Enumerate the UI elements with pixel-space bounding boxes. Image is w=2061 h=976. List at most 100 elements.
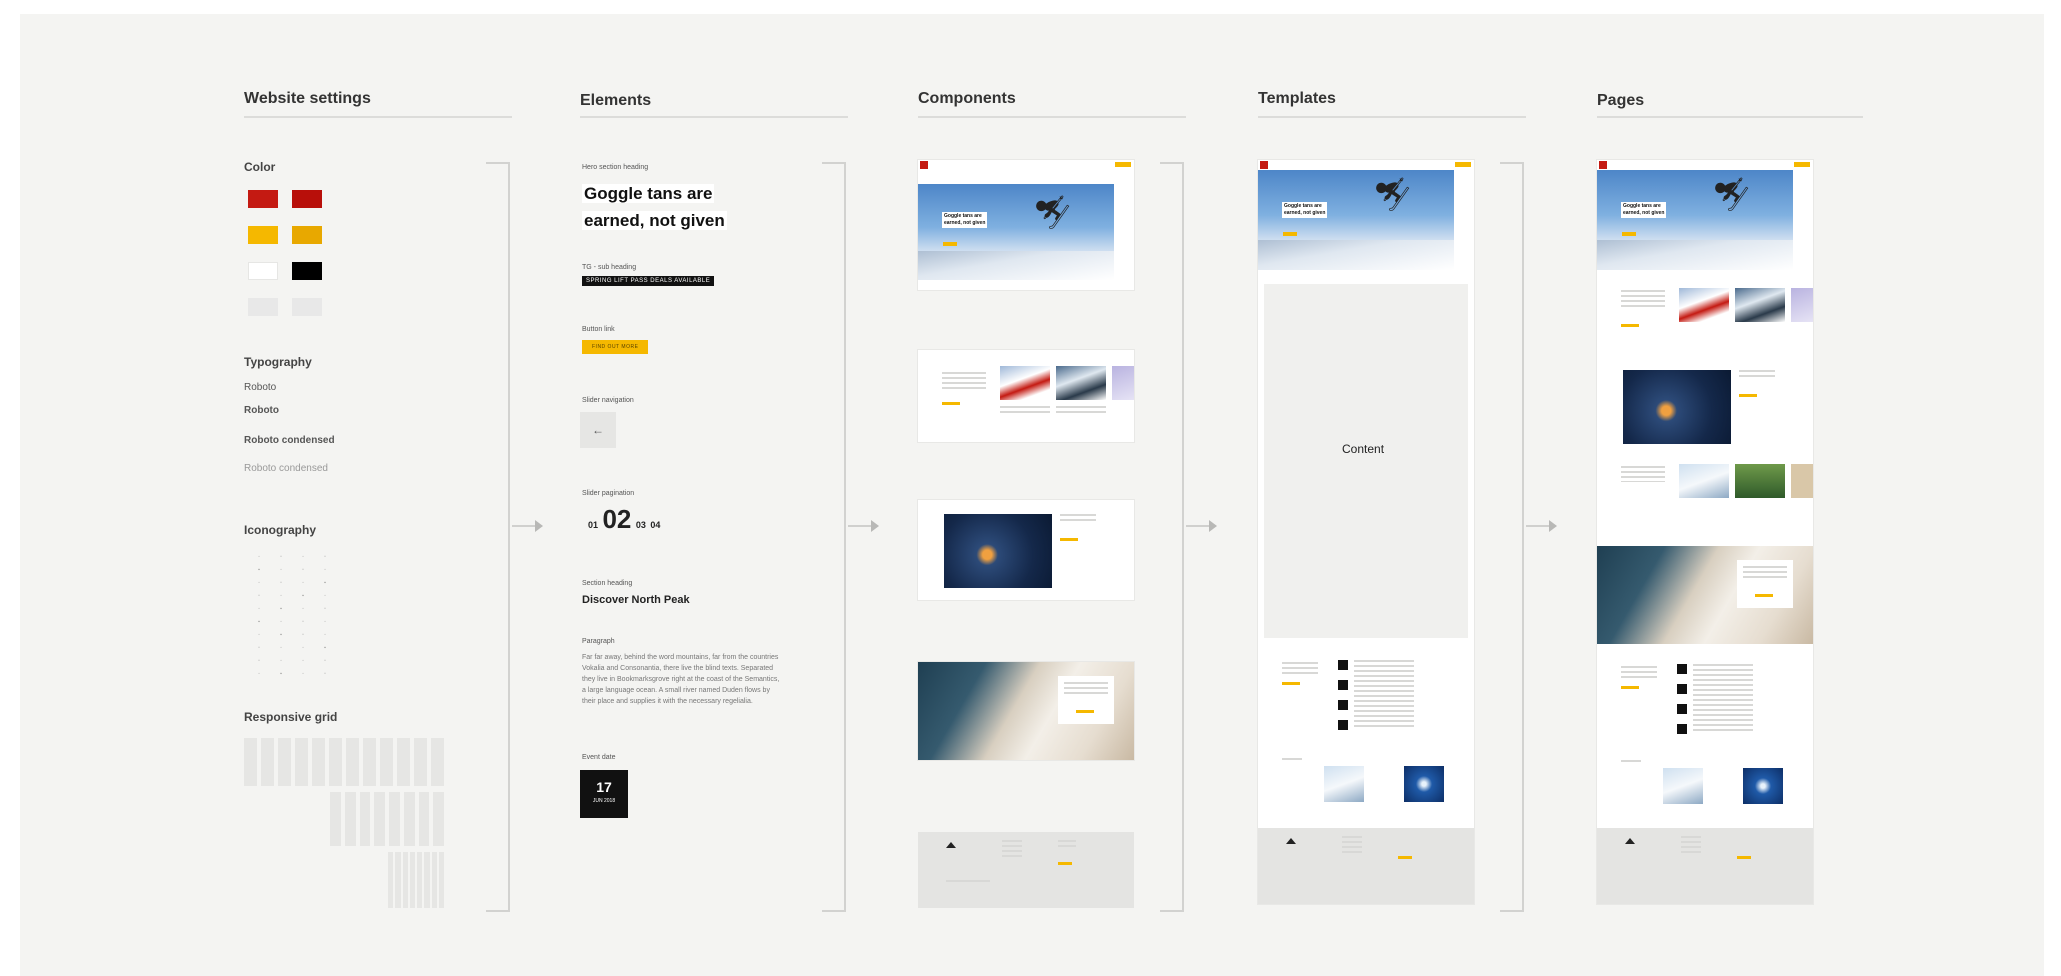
color-swatch	[292, 298, 322, 316]
grid-column	[346, 738, 359, 786]
news-thumbnail	[1663, 768, 1703, 804]
button-link-label: Button link	[582, 326, 615, 333]
slider-pagination-label: Slider pagination	[582, 490, 635, 497]
icon-placeholder: ◦	[302, 605, 304, 612]
grid-column	[418, 792, 430, 846]
footer	[1258, 828, 1474, 904]
grid-column	[261, 738, 274, 786]
logo	[1260, 161, 1268, 169]
template-page: ⛷ Goggle tans are earned, not given Conte…	[1258, 160, 1474, 904]
grid-column	[414, 738, 427, 786]
icon-placeholder: ▫	[302, 631, 304, 638]
icon-placeholder: ◦	[280, 592, 282, 599]
grid-column	[329, 738, 342, 786]
mini-button	[1739, 394, 1757, 397]
icon-placeholder: ◦	[302, 644, 304, 651]
grid-column	[374, 792, 385, 846]
icon-placeholder: ▪	[280, 605, 282, 612]
mini-button	[1060, 538, 1078, 541]
pagination-item[interactable]: 03	[636, 520, 646, 530]
hero-heading-label: Hero section heading	[582, 164, 649, 171]
slider-prev-button[interactable]: ←	[580, 412, 616, 448]
mini-hero-line: earned, not given	[1284, 210, 1326, 216]
mini-hero-text: Goggle tans are earned, not given	[1621, 202, 1667, 218]
event-square	[1338, 680, 1348, 690]
icon-placeholder: ▫	[324, 605, 326, 612]
arrow-right-icon	[1186, 520, 1217, 532]
overlay-card	[1737, 560, 1793, 608]
nav-cta	[1794, 162, 1810, 167]
overlay-card	[1058, 676, 1114, 724]
icon-placeholder: ▪	[258, 566, 260, 573]
grid-column	[388, 852, 394, 908]
color-swatch	[248, 298, 278, 316]
content-slot	[1264, 284, 1468, 638]
pagination-item-active[interactable]: 02	[602, 504, 631, 534]
hero-heading-line: earned, not given	[582, 211, 727, 230]
component-hero: ⛷ Goggle tans are earned, not given	[918, 160, 1134, 290]
section-heading: Discover North Peak	[582, 594, 690, 606]
icon-placeholder: ▫	[302, 566, 304, 573]
icon-placeholder: ◦	[302, 670, 304, 677]
mini-hero-line: Goggle tans are	[1623, 203, 1661, 209]
event-square	[1338, 720, 1348, 730]
event-date-badge: 17 JUN 2018	[580, 770, 628, 818]
news-thumbnail	[1679, 288, 1729, 322]
color-swatch	[292, 190, 322, 208]
column-title-templates: Templates	[1258, 90, 1336, 107]
mini-hero-line: earned, not given	[944, 220, 986, 226]
pagination-item[interactable]: 04	[650, 520, 660, 530]
grid-column	[295, 738, 308, 786]
footer-logo	[1625, 838, 1635, 844]
page-mockup: ⛷ Goggle tans are earned, not given	[1597, 160, 1813, 904]
event-month: JUN 2018	[592, 798, 616, 804]
text-block	[1056, 406, 1106, 416]
responsive-grid-label: Responsive grid	[244, 710, 338, 724]
grid-column	[431, 738, 444, 786]
text-block	[1342, 836, 1362, 856]
event-date-label: Event date	[582, 754, 616, 761]
footer	[1597, 828, 1813, 904]
footer-logo	[946, 842, 956, 848]
news-thumbnail	[1679, 464, 1729, 498]
text-block	[1000, 406, 1050, 416]
grid-column	[330, 792, 341, 846]
find-out-more-button[interactable]: FIND OUT MORE	[582, 340, 649, 354]
bracket	[1160, 162, 1184, 912]
color-swatch	[248, 226, 278, 244]
icon-placeholder: ◦	[258, 605, 260, 612]
icon-placeholder: ◦	[324, 592, 326, 599]
nav-cta	[1115, 162, 1131, 167]
event-square	[1677, 724, 1687, 734]
icon-placeholder: ◦	[280, 618, 282, 625]
event-square	[1338, 660, 1348, 670]
color-label: Color	[244, 160, 276, 174]
mini-button	[1621, 324, 1639, 327]
event-square	[1338, 700, 1348, 710]
icon-placeholder: ▫	[258, 644, 260, 651]
cabin-image	[1623, 370, 1731, 444]
cabin-image	[944, 514, 1052, 588]
text-block	[1739, 370, 1775, 380]
grid-8-columns	[330, 792, 444, 846]
news-thumbnail	[1404, 766, 1444, 802]
typography-label: Typography	[244, 355, 312, 369]
mini-button	[1621, 686, 1639, 689]
grid-column	[433, 792, 444, 846]
nav-cta	[1455, 162, 1471, 167]
sub-heading-tag: SPRING LIFT PASS DEALS AVAILABLE	[582, 276, 715, 286]
icon-placeholder: ▪	[302, 592, 304, 599]
text-block	[1060, 514, 1096, 524]
grid-column	[344, 792, 356, 846]
news-thumbnail	[1112, 366, 1134, 400]
grid-column	[244, 738, 257, 786]
icon-placeholder: ▫	[324, 553, 326, 560]
mini-hero-line: Goggle tans are	[944, 213, 982, 219]
icon-placeholder: ▫	[324, 657, 326, 664]
column-rule	[244, 116, 512, 118]
text-block	[1282, 662, 1318, 676]
pagination-item[interactable]: 01	[588, 520, 598, 530]
component-footer	[918, 832, 1134, 908]
grid-column	[389, 792, 400, 846]
mini-hero-line: Goggle tans are	[1284, 203, 1322, 209]
